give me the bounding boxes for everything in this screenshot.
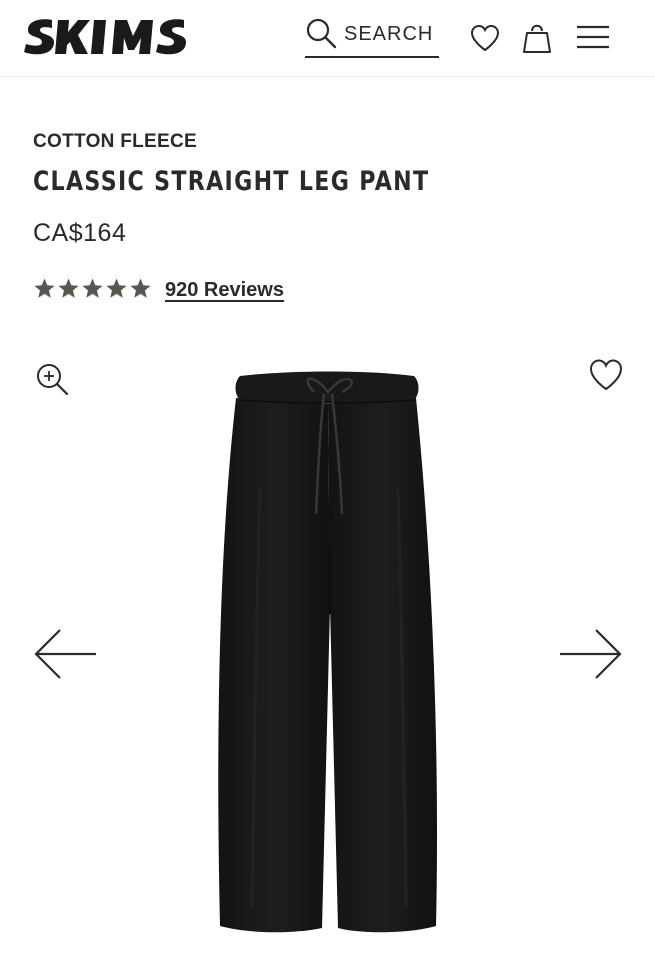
product-price: CA$164	[33, 219, 127, 247]
product-image-gallery	[0, 340, 655, 960]
hamburger-menu-icon[interactable]	[576, 24, 610, 55]
search-icon	[305, 17, 337, 54]
search-label: SEARCH	[344, 23, 434, 45]
product-title: CLASSIC STRAIGHT LEG PANT	[33, 166, 430, 197]
arrow-right-icon[interactable]	[558, 626, 624, 687]
logo-wordmark	[24, 19, 186, 55]
heart-outline-icon[interactable]	[588, 358, 624, 397]
zoom-in-icon[interactable]	[35, 362, 69, 401]
site-header: SEARCH	[0, 0, 655, 77]
product-collection: COTTON FLEECE	[33, 131, 197, 152]
star-icon	[106, 278, 127, 298]
arrow-left-icon[interactable]	[32, 626, 98, 687]
star-icon	[34, 278, 55, 298]
product-image[interactable]	[210, 368, 446, 943]
shopping-bag-icon[interactable]	[522, 20, 552, 59]
star-icon	[82, 278, 103, 298]
star-rating	[33, 277, 152, 300]
skims-logo[interactable]	[24, 14, 188, 60]
star-icon	[130, 278, 151, 298]
pants-illustration	[218, 371, 438, 933]
search-bar[interactable]: SEARCH	[305, 16, 439, 58]
reviews-link[interactable]: 920 Reviews	[165, 279, 284, 302]
star-icon	[58, 278, 79, 298]
heart-icon[interactable]	[470, 24, 500, 57]
